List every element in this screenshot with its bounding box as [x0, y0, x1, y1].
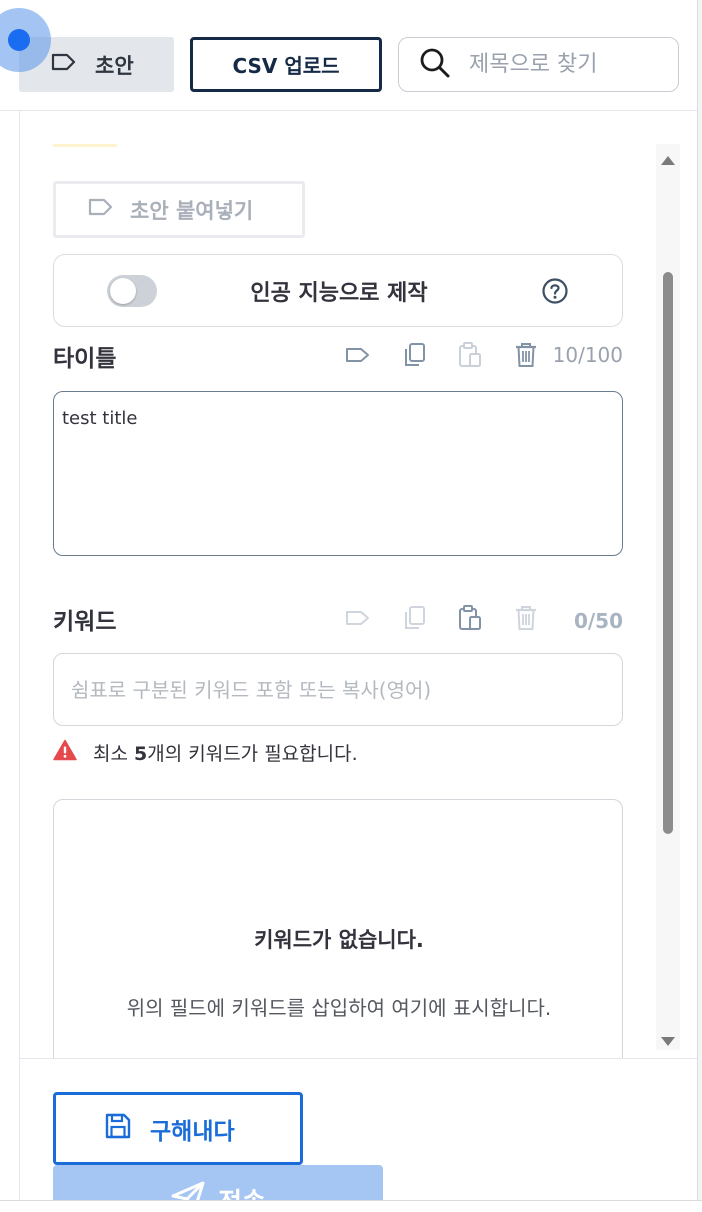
- keyword-heading: 키워드: [53, 609, 117, 635]
- clipboard-icon[interactable]: [456, 604, 484, 632]
- highlight-divider: [53, 144, 117, 147]
- draft-button-label: 초안: [95, 53, 134, 78]
- tag-icon: [88, 197, 114, 222]
- trash-icon[interactable]: [512, 341, 540, 369]
- search-box[interactable]: [398, 37, 679, 92]
- csv-upload-button[interactable]: CSV 업로드: [190, 37, 382, 92]
- submit-button-label: 전송: [218, 1182, 266, 1200]
- keyword-input-box[interactable]: [53, 653, 623, 726]
- trash-icon: [512, 604, 540, 632]
- title-value: test title: [62, 408, 138, 429]
- top-toolbar: 초안 CSV 업로드: [0, 0, 697, 111]
- keyword-counter: 0/50: [573, 609, 623, 633]
- paste-draft-label: 초안 붙여넣기: [130, 198, 254, 223]
- scroll-up-arrow-icon[interactable]: [661, 156, 675, 165]
- warning-count: 5: [134, 742, 148, 765]
- tag-icon: [51, 52, 77, 77]
- paper-plane-icon: [170, 1179, 206, 1200]
- window-edge-right: [697, 0, 702, 1212]
- question-circle-icon[interactable]: [541, 277, 569, 305]
- copy-icon: [401, 604, 429, 632]
- warning-triangle-icon: [53, 739, 77, 766]
- submit-button[interactable]: 전송: [53, 1165, 383, 1200]
- save-button-label: 구해내다: [150, 1118, 235, 1145]
- keyword-editor-page: 초안 CSV 업로드 초안 붙여넣기 인공 지능으로 제작 타이틀: [0, 0, 702, 1212]
- empty-description: 위의 필드에 키워드를 삽입하여 여기에 표시합니다.: [126, 996, 552, 1020]
- keyword-warning: 최소 5개의 키워드가 필요합니다.: [53, 738, 358, 766]
- warning-text: 최소 5개의 키워드가 필요합니다.: [93, 742, 358, 765]
- scroll-down-arrow-icon[interactable]: [661, 1037, 675, 1046]
- floppy-disk-icon: [104, 1112, 132, 1146]
- title-textarea[interactable]: test title: [53, 391, 623, 556]
- tag-icon: [344, 604, 372, 632]
- search-input[interactable]: [469, 52, 669, 77]
- paste-draft-button[interactable]: 초안 붙여넣기: [53, 181, 305, 238]
- csv-upload-label: CSV 업로드: [232, 54, 340, 78]
- clipboard-icon: [456, 341, 484, 369]
- keyword-input[interactable]: [71, 677, 611, 702]
- search-icon: [419, 47, 451, 83]
- tag-icon[interactable]: [344, 341, 372, 369]
- empty-title: 키워드가 없습니다.: [254, 928, 424, 952]
- title-heading: 타이틀: [53, 346, 117, 372]
- copy-icon[interactable]: [401, 341, 429, 369]
- title-counter: 10/100: [552, 343, 623, 367]
- keyword-list-empty: 키워드가 없습니다. 위의 필드에 키워드를 삽입하여 여기에 표시합니다.: [53, 799, 623, 1099]
- window-edge-bottom: [0, 1200, 702, 1212]
- scrollbar-thumb[interactable]: [663, 272, 673, 834]
- ai-generate-panel: 인공 지능으로 제작: [53, 254, 623, 327]
- ai-label: 인공 지능으로 제작: [250, 281, 428, 306]
- save-button[interactable]: 구해내다: [53, 1092, 303, 1165]
